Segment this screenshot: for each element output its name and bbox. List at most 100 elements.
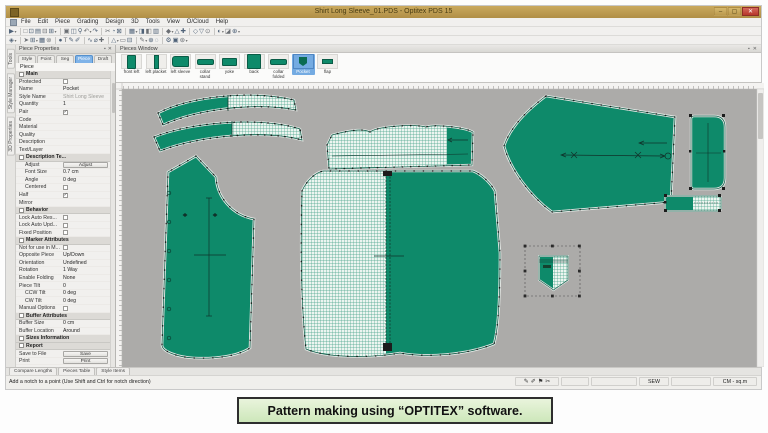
toolbar-icon[interactable]: △▾ xyxy=(174,27,179,35)
section-expander[interactable] xyxy=(19,313,24,319)
property-row[interactable]: Fixed Position xyxy=(16,229,110,238)
toolbar-icon[interactable]: ▥▾ xyxy=(153,27,159,35)
toolbar-icon[interactable]: ⊞ ▾ xyxy=(49,27,57,35)
toolbar-icon[interactable]: ⚲▾ xyxy=(78,27,83,35)
docked-panel-tab[interactable]: Style Manager xyxy=(6,72,15,113)
canvas-scrollbar[interactable] xyxy=(756,88,765,368)
property-row[interactable]: Quantity 1 1 xyxy=(16,101,110,109)
property-row[interactable]: Behavior xyxy=(16,206,110,215)
toolbar-icon[interactable]: ▤▾ xyxy=(35,27,41,35)
toolbar-icon[interactable]: ◇▾ xyxy=(193,27,198,35)
menu-item[interactable]: Piece xyxy=(55,19,70,25)
property-row[interactable]: Enable Folding None None xyxy=(16,275,110,283)
property-row[interactable]: Code xyxy=(16,116,110,124)
toolbar-icon[interactable]: ⊙▾ xyxy=(205,27,210,35)
property-row[interactable]: Mirror xyxy=(16,199,110,207)
property-row[interactable]: Buffer Size 0 cm 0 cm xyxy=(16,320,110,328)
pin-icon[interactable]: ▪ xyxy=(748,46,750,52)
property-row[interactable]: Main xyxy=(16,71,110,79)
property-row[interactable]: Style Name Shirt Long Sleeve Shirt Long … xyxy=(16,94,110,102)
toolbar-icon[interactable]: ✚▾ xyxy=(99,36,104,44)
toolbar-icon[interactable]: ⊟▾ xyxy=(127,36,132,44)
property-checkbox[interactable] xyxy=(63,184,68,190)
toolbar-icon[interactable]: ▣▾ xyxy=(63,27,69,35)
property-checkbox[interactable] xyxy=(63,109,68,115)
properties-tab[interactable]: Style xyxy=(18,55,36,63)
property-row[interactable]: Report xyxy=(16,342,110,351)
toolbar-icon[interactable]: ✂▾ xyxy=(105,27,110,35)
property-row[interactable]: Manual Options xyxy=(16,305,110,313)
toolbar-icon[interactable]: ▾ xyxy=(107,36,109,44)
toolbar-icon[interactable]: ✎▾ xyxy=(139,36,147,44)
piece-back[interactable] xyxy=(298,167,502,362)
status-icon[interactable]: ✐ xyxy=(531,378,536,385)
docked-panel-tab[interactable]: Tools xyxy=(6,49,15,69)
property-row[interactable]: Quality xyxy=(16,131,110,139)
properties-tab[interactable]: Piece xyxy=(75,55,93,63)
property-row[interactable]: Buffer Location Around Around xyxy=(16,328,110,336)
toolbar-icon[interactable]: ⊛ ▾ xyxy=(180,36,188,44)
toolbar-icon[interactable]: ▾ xyxy=(135,36,137,44)
property-row[interactable]: Save to File Save Save xyxy=(16,350,110,358)
piece-sleeve-placket[interactable] xyxy=(664,194,723,213)
toolbar-icon[interactable]: ⊞ ▾ xyxy=(30,36,38,44)
toolbar-icon[interactable]: ▾ xyxy=(55,36,57,44)
property-row[interactable]: Orientation Undefined Undefined xyxy=(16,260,110,268)
toolbar-icon[interactable]: ▽▾ xyxy=(199,27,204,35)
toolbar-icon[interactable]: ✚▾ xyxy=(180,27,185,35)
toolbar-icon[interactable]: ▾ xyxy=(162,27,164,35)
toolbar-icon[interactable]: ⊚▾ xyxy=(46,36,51,44)
pin-icon[interactable]: ▪ xyxy=(104,46,106,52)
toolbar-icon[interactable]: □▾ xyxy=(24,27,28,35)
property-row[interactable]: Lock Auto Upd... xyxy=(16,222,110,230)
menu-item[interactable]: Grading xyxy=(77,19,98,25)
menu-item[interactable]: Help xyxy=(216,19,228,25)
toolbar-icon[interactable]: ◆ ▾ xyxy=(166,27,174,35)
piece-cuff[interactable] xyxy=(689,114,727,191)
property-row[interactable]: Adjust Adjust Adjust xyxy=(16,161,110,170)
property-row[interactable]: Material xyxy=(16,124,110,132)
status-icon[interactable]: ⚑ xyxy=(538,378,543,385)
piece-thumbnail[interactable]: left sleeve xyxy=(169,54,192,75)
property-button[interactable]: Adjust xyxy=(63,161,108,168)
menu-item[interactable]: 3D xyxy=(131,19,139,25)
property-checkbox[interactable] xyxy=(63,305,68,311)
property-row[interactable]: Sizes Information xyxy=(16,335,110,343)
piece-thumbnail[interactable]: left placket xyxy=(145,54,168,75)
toolbar-icon[interactable]: ▾ xyxy=(213,27,215,35)
piece-thumbnail[interactable]: yoke xyxy=(218,54,241,75)
toolbar-icon[interactable]: T▾ xyxy=(63,36,67,44)
menu-item[interactable]: Tools xyxy=(146,19,160,25)
piece-thumbnail[interactable]: front left xyxy=(120,54,143,75)
menu-item[interactable]: Design xyxy=(105,19,124,25)
toolbar-icon[interactable]: ◫▾ xyxy=(71,27,77,35)
toolbar-icon[interactable]: ⊟▾ xyxy=(42,27,47,35)
toolbar-icon[interactable]: ◧▾ xyxy=(146,27,152,35)
property-checkbox[interactable] xyxy=(63,245,68,251)
property-row[interactable]: Angle 0 deg 0 deg xyxy=(16,177,110,185)
toolbar-icon[interactable]: ↷▾ xyxy=(93,27,98,35)
toolbar-icon[interactable]: ▦▾ xyxy=(129,27,138,35)
property-row[interactable]: Centered xyxy=(16,184,110,192)
property-checkbox[interactable] xyxy=(63,192,68,198)
toolbar-icon[interactable]: ⊕▾ xyxy=(148,36,153,44)
property-row[interactable]: Buffer Attributes xyxy=(16,312,110,321)
property-row[interactable]: Description Te... xyxy=(16,154,110,162)
section-expander[interactable] xyxy=(19,71,24,77)
property-row[interactable]: Piece Tilt 0 0 xyxy=(16,282,110,290)
property-row[interactable]: Text/Layer xyxy=(16,146,110,155)
property-row[interactable]: Half xyxy=(16,192,110,200)
property-row[interactable]: CW Tilt 0 deg 0 deg xyxy=(16,297,110,305)
toolbar-icon[interactable]: ⌀▾ xyxy=(94,36,98,44)
property-checkbox[interactable] xyxy=(63,230,68,236)
section-expander[interactable] xyxy=(19,237,24,243)
menu-item[interactable]: File xyxy=(21,19,31,25)
toolbar-icon[interactable]: ▾ xyxy=(20,36,22,44)
toolbar-icon[interactable]: ➤▾ xyxy=(24,36,29,44)
property-row[interactable]: Opposite Piece Up/Down Up/Down xyxy=(16,252,110,260)
toolbar-icon[interactable]: ✎▾ xyxy=(68,36,73,44)
property-button[interactable]: Print xyxy=(63,358,108,365)
toolbar-icon[interactable]: △▾ xyxy=(111,36,119,44)
toolbar-icon[interactable]: ⊕▾ xyxy=(232,27,240,35)
property-row[interactable]: Description xyxy=(16,139,110,147)
